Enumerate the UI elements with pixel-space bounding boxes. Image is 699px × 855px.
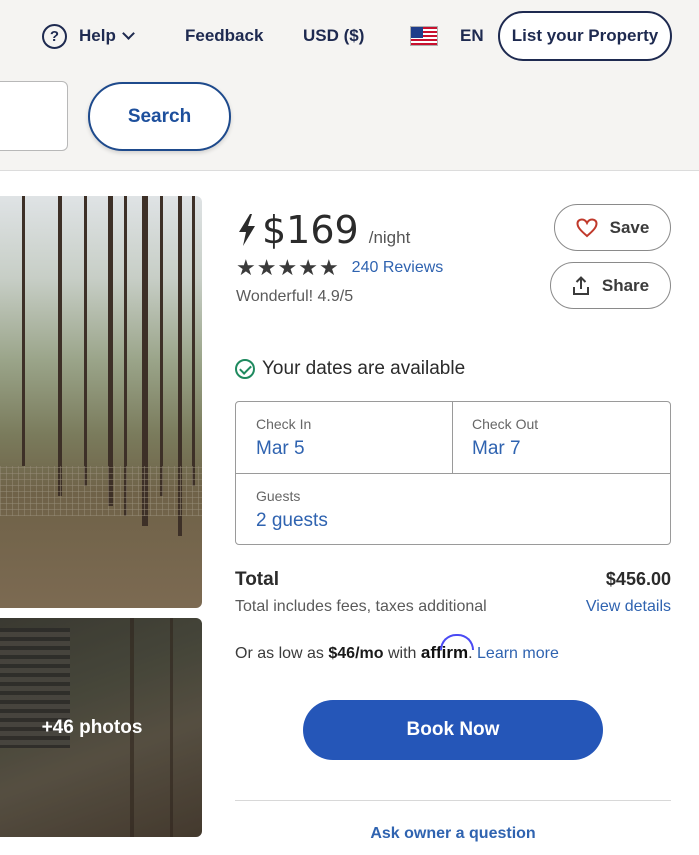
price-unit: /night xyxy=(368,228,411,247)
ask-owner-link[interactable]: Ask owner a question xyxy=(235,825,671,843)
learn-more-link[interactable]: Learn more xyxy=(477,645,559,662)
main-photo[interactable] xyxy=(0,196,202,608)
view-details-link[interactable]: View details xyxy=(586,598,671,616)
photo-fence xyxy=(0,466,202,516)
book-now-button[interactable]: Book Now xyxy=(303,700,603,760)
star-icon: ★ xyxy=(236,255,256,280)
star-icon: ★ xyxy=(277,255,298,280)
guests-field[interactable]: Guests 2 guests xyxy=(256,488,328,532)
heart-icon xyxy=(576,217,598,238)
lightning-icon xyxy=(239,214,255,246)
list-property-button[interactable]: List your Property xyxy=(498,11,672,61)
language-label: EN xyxy=(460,26,484,45)
star-rating: ★ ★ ★ ★ ★ 240 Reviews xyxy=(236,257,443,279)
financing-offer: Or as low as $46/mo with affirm. Learn m… xyxy=(235,634,559,663)
help-label: Help xyxy=(79,26,116,45)
section-divider xyxy=(235,800,671,801)
financing-with: with xyxy=(387,645,417,662)
photo-tree xyxy=(108,196,113,506)
star-icon: ★ xyxy=(298,255,318,280)
financing-amount: $46/mo xyxy=(328,645,384,662)
help-menu[interactable]: ? Help xyxy=(42,22,135,50)
nightly-price: $169 xyxy=(262,208,359,252)
search-input[interactable]: s xyxy=(0,81,68,151)
us-flag-icon xyxy=(410,26,438,46)
photo-tree xyxy=(58,196,62,496)
chevron-down-icon xyxy=(121,27,135,40)
check-out-value: Mar 7 xyxy=(472,438,521,459)
star-icon: ★ xyxy=(256,255,277,280)
save-label: Save xyxy=(609,217,650,237)
photo-tree xyxy=(84,196,87,486)
question-circle-icon: ? xyxy=(42,23,67,49)
site-header: ? Help Feedback USD ($) EN List your Pro… xyxy=(0,0,699,171)
total-note: Total includes fees, taxes additional xyxy=(235,598,487,615)
photo-tree xyxy=(160,196,163,496)
price-row: $169 /night xyxy=(236,208,410,252)
currency-selector[interactable]: USD ($) xyxy=(303,22,364,50)
search-button[interactable]: Search xyxy=(88,82,231,151)
check-in-field[interactable]: Check In Mar 5 xyxy=(256,416,311,460)
search-input-text: s xyxy=(0,114,1,131)
photo-tree xyxy=(22,196,25,466)
check-in-label: Check In xyxy=(256,416,312,432)
guests-value: 2 guests xyxy=(256,510,328,531)
check-circle-icon xyxy=(235,359,255,379)
check-out-field[interactable]: Check Out Mar 7 xyxy=(472,416,538,460)
more-photos-label: +46 photos xyxy=(41,717,143,738)
date-divider xyxy=(452,402,453,473)
save-button[interactable]: Save xyxy=(554,204,671,251)
total-label: Total xyxy=(235,569,279,590)
share-label: Share xyxy=(601,275,650,295)
booking-form: Check In Mar 5 Check Out Mar 7 Guests 2 … xyxy=(235,401,671,545)
availability-status: Your dates are available xyxy=(235,358,465,380)
financing-prefix: Or as low as xyxy=(235,645,324,662)
check-out-label: Check Out xyxy=(472,416,539,432)
check-in-value: Mar 5 xyxy=(256,438,305,459)
feedback-link[interactable]: Feedback xyxy=(185,22,263,50)
total-value: $456.00 xyxy=(605,569,671,589)
reviews-link[interactable]: 240 Reviews xyxy=(352,259,444,277)
more-photos-tile[interactable]: +46 photos xyxy=(0,618,202,837)
availability-message: Your dates are available xyxy=(262,358,466,379)
guests-label: Guests xyxy=(256,488,301,504)
language-selector[interactable]: EN xyxy=(410,22,484,50)
rating-summary: Wonderful! 4.9/5 xyxy=(236,288,354,305)
affirm-logo: affirm xyxy=(421,634,474,662)
share-upload-icon xyxy=(572,275,590,296)
photo-tree xyxy=(192,196,195,486)
star-icon: ★ xyxy=(318,255,339,280)
share-button[interactable]: Share xyxy=(550,262,671,309)
guests-divider xyxy=(236,473,670,474)
